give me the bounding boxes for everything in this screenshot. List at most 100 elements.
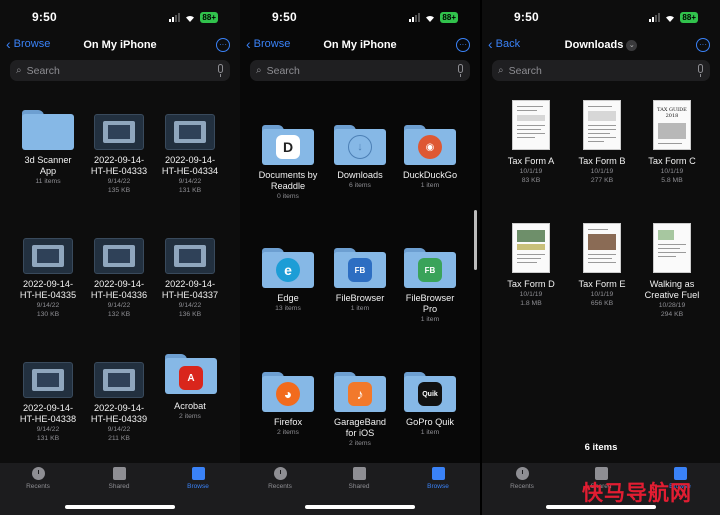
pdf-thumbnail xyxy=(653,223,691,273)
wifi-icon xyxy=(666,15,675,22)
document-item[interactable]: Tax Form E 10/1/19 656 KB xyxy=(566,223,638,308)
document-item[interactable]: Tax Form A 10/1/19 83 KB xyxy=(495,100,567,185)
microphone-icon[interactable] xyxy=(698,64,703,77)
image-thumbnail xyxy=(94,362,144,398)
garageband-icon: ♪ xyxy=(348,382,372,406)
folder-item[interactable]: FB FileBrowser Pro 1 item xyxy=(394,248,466,324)
image-thumbnail xyxy=(165,238,215,274)
page-title[interactable]: Downloads ⌄ xyxy=(482,39,720,51)
status-bar: 9:50 88+ xyxy=(482,10,720,26)
image-thumbnail xyxy=(23,362,73,398)
tab-shared[interactable]: Shared xyxy=(89,467,149,490)
folder-item[interactable]: Quik GoPro Quik 1 item xyxy=(394,372,466,437)
folder-item[interactable]: ↓ Downloads 6 items xyxy=(324,125,396,190)
gopro-quik-icon: Quik xyxy=(418,382,442,406)
signal-icon xyxy=(649,13,661,22)
pdf-thumbnail xyxy=(512,100,550,150)
nav-bar: ‹ Browse On My iPhone ··· xyxy=(0,36,240,56)
document-item[interactable]: Walking as Creative Fuel 10/28/19 294 KB xyxy=(636,223,708,319)
panel-on-my-iphone-files: 9:50 88+ ‹ Browse On My iPhone ··· ⌕ Sear… xyxy=(0,0,240,515)
folder-icon xyxy=(22,110,74,150)
clock-icon xyxy=(31,467,45,480)
filebrowser-icon: FB xyxy=(348,258,372,282)
search-field[interactable]: ⌕ Search xyxy=(492,60,710,81)
tab-shared[interactable]: Shared xyxy=(329,467,389,490)
image-file-item[interactable]: 2022-09-14- HT-HE-04335 9/14/22 130 KB xyxy=(12,238,84,319)
folder-item[interactable]: ◕ Firefox 2 items xyxy=(252,372,324,437)
image-file-item[interactable]: 2022-09-14- HT-HE-04334 9/14/22 131 KB xyxy=(154,114,226,195)
search-field[interactable]: ⌕ Search xyxy=(10,60,230,81)
tab-recents[interactable]: Recents xyxy=(492,467,552,490)
search-icon: ⌕ xyxy=(498,65,504,76)
search-icon: ⌕ xyxy=(16,65,22,76)
more-options-button[interactable]: ··· xyxy=(216,38,230,52)
battery-indicator: 88+ xyxy=(680,12,698,23)
acrobat-icon: A xyxy=(179,366,203,390)
nav-bar: ‹ Browse On My iPhone ··· xyxy=(240,36,480,56)
tab-recents[interactable]: Recents xyxy=(8,467,68,490)
folder-item[interactable]: ♪ GarageBand for iOS 2 items xyxy=(324,372,396,448)
image-thumbnail xyxy=(94,114,144,150)
tab-recents[interactable]: Recents xyxy=(250,467,310,490)
watermark-text: 快马导航网 xyxy=(582,481,692,505)
clock-icon xyxy=(515,467,529,480)
acrobat-folder-icon: A xyxy=(165,354,217,398)
image-thumbnail xyxy=(165,114,215,150)
tab-browse[interactable]: Browse xyxy=(408,467,468,490)
folder-item[interactable]: ◉ DuckDuckGo 1 item xyxy=(394,125,466,190)
search-placeholder: Search xyxy=(266,64,300,77)
folder-item[interactable]: A Acrobat 2 items xyxy=(154,354,226,421)
signal-icon xyxy=(169,13,181,22)
clock-icon xyxy=(273,467,287,480)
tab-bar: Recents Shared Browse xyxy=(0,463,240,515)
image-file-item[interactable]: 2022-09-14- HT-HE-04336 9/14/22 132 KB xyxy=(83,238,155,319)
image-file-item[interactable]: 2022-09-14- HT-HE-04338 9/14/22 131 KB xyxy=(12,362,84,443)
tab-browse[interactable]: Browse xyxy=(168,467,228,490)
status-bar: 9:50 88+ xyxy=(240,10,480,26)
microphone-icon[interactable] xyxy=(218,64,223,77)
nav-bar: ‹ Back Downloads ⌄ ··· xyxy=(482,36,720,56)
wifi-icon xyxy=(186,15,195,22)
page-title: On My iPhone xyxy=(83,39,157,51)
download-icon: ↓ xyxy=(348,135,372,159)
page-title: On My iPhone xyxy=(323,39,397,51)
status-time: 9:50 xyxy=(272,10,297,24)
folder-item[interactable]: e Edge 13 items xyxy=(252,248,324,313)
home-indicator xyxy=(65,505,175,509)
pdf-thumbnail xyxy=(583,223,621,273)
document-item[interactable]: TAX GUIDE 2018 Tax Form C 10/1/19 5.8 MB xyxy=(636,100,708,185)
chevron-down-icon: ⌄ xyxy=(626,39,638,51)
image-file-item[interactable]: 2022-09-14- HT-HE-04337 9/14/22 136 KB xyxy=(154,238,226,319)
microphone-icon[interactable] xyxy=(458,64,463,77)
battery-indicator: 88+ xyxy=(200,12,218,23)
battery-indicator: 88+ xyxy=(440,12,458,23)
image-file-item[interactable]: 2022-09-14- HT-HE-04333 9/14/22 135 KB xyxy=(83,114,155,195)
firefox-icon: ◕ xyxy=(276,382,300,406)
pdf-thumbnail xyxy=(512,223,550,273)
tax-guide-heading: TAX GUIDE 2018 xyxy=(657,107,687,119)
scroll-indicator[interactable] xyxy=(474,210,477,270)
pdf-thumbnail: TAX GUIDE 2018 xyxy=(653,100,691,150)
shared-folder-icon xyxy=(352,467,366,480)
filebrowser-pro-icon: FB xyxy=(418,258,442,282)
signal-icon xyxy=(409,13,421,22)
folder-item[interactable]: FB FileBrowser 1 item xyxy=(324,248,396,313)
panel-on-my-iphone-folders: 9:50 88+ ‹ Browse On My iPhone ··· ⌕ Sear… xyxy=(240,0,480,515)
image-thumbnail xyxy=(23,238,73,274)
tab-bar: Recents Shared Browse xyxy=(240,463,480,515)
folder-icon xyxy=(191,467,205,480)
search-icon: ⌕ xyxy=(256,65,262,76)
search-field[interactable]: ⌕ Search xyxy=(250,60,470,81)
document-item[interactable]: Tax Form B 10/1/19 277 KB xyxy=(566,100,638,185)
panel-downloads: 9:50 88+ ‹ Back Downloads ⌄ ··· ⌕ Search T… xyxy=(482,0,720,515)
folder-item[interactable]: 3d Scanner App 11 items xyxy=(12,110,84,186)
folder-item[interactable]: D Documents by Readdle 0 items xyxy=(252,125,324,201)
image-file-item[interactable]: 2022-09-14- HT-HE-04339 9/14/22 211 KB xyxy=(83,362,155,443)
edge-icon: e xyxy=(276,258,300,282)
more-options-button[interactable]: ··· xyxy=(696,38,710,52)
more-options-button[interactable]: ··· xyxy=(456,38,470,52)
status-bar: 9:50 88+ xyxy=(0,10,240,26)
search-placeholder: Search xyxy=(508,64,542,77)
search-placeholder: Search xyxy=(26,64,60,77)
document-item[interactable]: Tax Form D 10/1/19 1.8 MB xyxy=(495,223,567,308)
